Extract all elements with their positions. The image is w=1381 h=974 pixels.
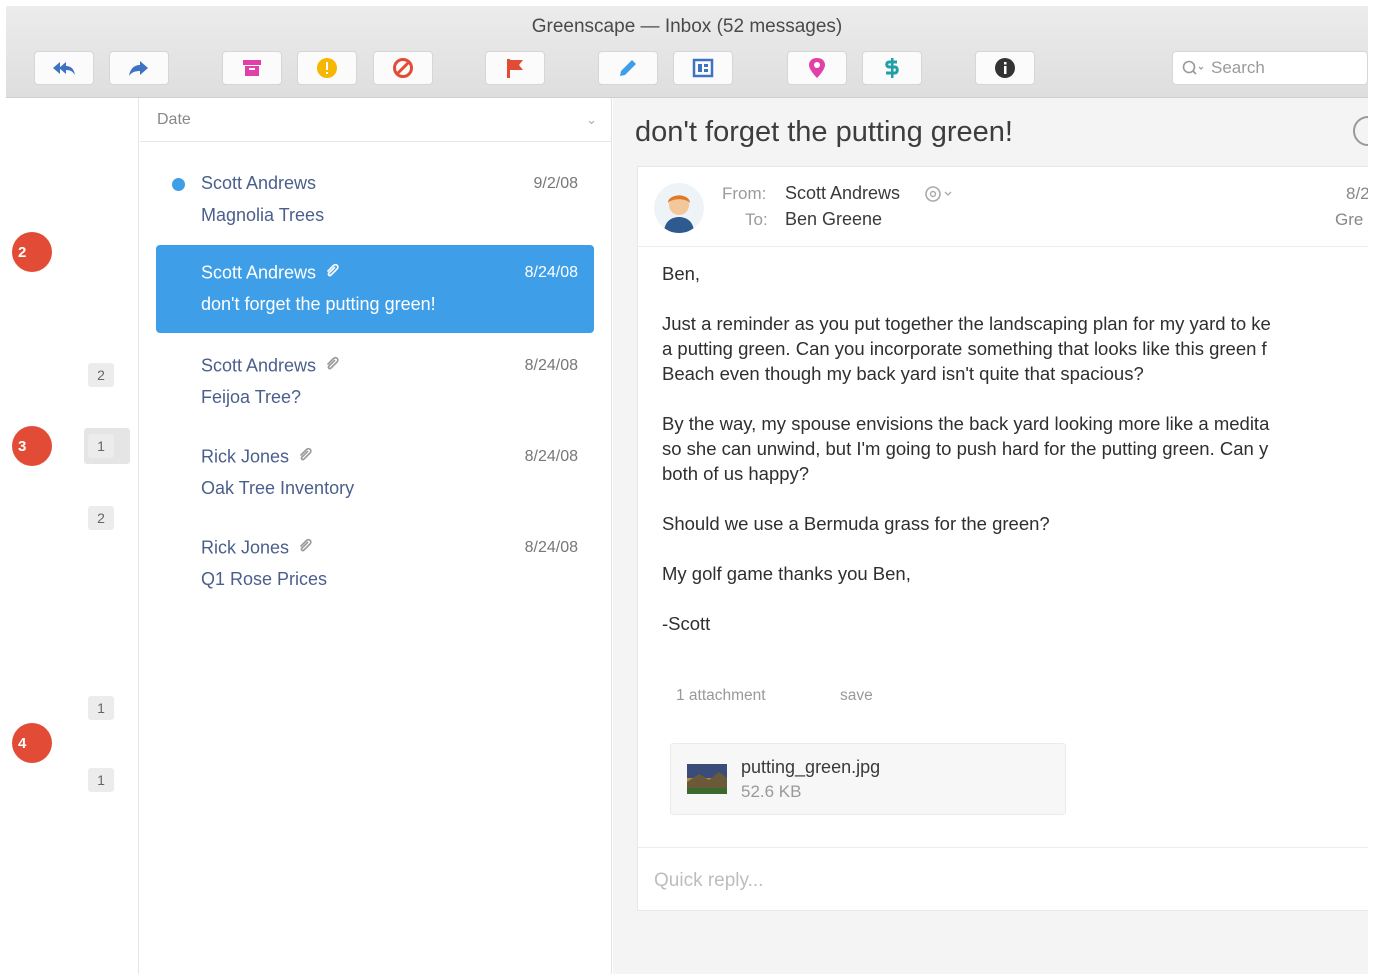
email-paragraph: Should we use a Bermuda grass for the gr… <box>662 513 1050 534</box>
forward-arrow-icon <box>129 61 148 76</box>
window-toolbar: Greenscape — Inbox (52 messages) Search <box>6 6 1368 98</box>
search-placeholder: Search <box>1211 58 1265 77</box>
count-badge[interactable]: 1 <box>88 434 114 458</box>
message-sender: Scott Andrews <box>201 355 317 376</box>
email-paragraph: Ben, <box>662 263 701 284</box>
to-recipient[interactable]: Ben Greene <box>785 209 882 230</box>
save-attachment-link[interactable]: save <box>840 687 873 705</box>
message-row[interactable]: Rick Jones 8/24/08 Oak Tree Inventory <box>156 429 594 517</box>
search-field[interactable]: Search <box>1172 51 1368 85</box>
block-button[interactable] <box>373 51 433 85</box>
map-pin-icon <box>809 58 825 78</box>
flag-button[interactable] <box>485 51 545 85</box>
money-button[interactable] <box>862 51 922 85</box>
status-circle-icon[interactable] <box>1353 116 1368 146</box>
message-date: 8/24/08 <box>524 539 578 556</box>
quick-reply-field[interactable]: Quick reply... <box>638 847 1368 911</box>
email-paragraph: By the way, my spouse envisions the back… <box>662 413 1270 484</box>
message-sender: Rick Jones <box>201 446 290 467</box>
message-sender-wrap: Scott Andrews <box>201 262 340 285</box>
unread-dot-icon <box>172 178 185 191</box>
sidebar: 2 2 3 1 2 1 4 1 <box>6 98 139 974</box>
message-subject: Magnolia Trees <box>201 205 325 225</box>
message-date: 9/2/08 <box>533 175 578 192</box>
message-sender-wrap: Rick Jones <box>201 537 313 560</box>
message-date: 8/24/08 <box>524 357 578 374</box>
from-label: From: <box>722 184 767 203</box>
email-subject: don't forget the putting green! <box>635 116 1013 148</box>
step-marker: 2 <box>12 232 52 272</box>
count-badge[interactable]: 1 <box>88 768 114 792</box>
from-sender[interactable]: Scott Andrews <box>785 183 900 204</box>
message-subject: Feijoa Tree? <box>201 387 302 407</box>
recipient-name: Gre <box>1335 210 1364 229</box>
message-row[interactable]: Rick Jones 8/24/08 Q1 Rose Prices <box>156 520 594 608</box>
paperclip-icon <box>324 355 340 378</box>
message-sender: Scott Andrews <box>201 262 317 283</box>
paperclip-icon <box>324 262 340 285</box>
count-badge[interactable]: 2 <box>88 506 114 530</box>
message-subject: Oak Tree Inventory <box>201 478 355 498</box>
message-row-selected[interactable]: Scott Andrews 8/24/08 don't forget the p… <box>156 245 594 333</box>
info-icon <box>995 58 1015 78</box>
email-date: 8/2 <box>1346 184 1368 203</box>
email-card: From: Scott Andrews To: Ben Greene 8/2 G… <box>637 166 1368 911</box>
image-thumbnail-icon <box>687 764 727 794</box>
attachment-item[interactable]: putting_green.jpg 52.6 KB <box>670 743 1066 815</box>
email-signature: -Scott <box>662 613 711 634</box>
search-icon <box>1182 60 1204 75</box>
attachment-count: 1 attachment <box>676 687 766 704</box>
junk-button[interactable] <box>297 51 357 85</box>
prohibited-icon <box>393 58 413 78</box>
exclamation-circle-icon <box>317 58 337 78</box>
window-title: Greenscape — Inbox (52 messages) <box>531 16 843 37</box>
message-date: 8/24/08 <box>524 264 578 281</box>
dollar-sign-icon <box>885 58 899 78</box>
chevron-down-icon: ⌄ <box>586 112 597 127</box>
archive-button[interactable] <box>222 51 282 85</box>
sort-label: Date <box>157 111 191 128</box>
step-marker: 3 <box>12 426 52 466</box>
avatar <box>654 183 704 233</box>
address-card-icon <box>692 58 714 78</box>
quick-reply-placeholder: Quick reply... <box>654 870 764 891</box>
email-paragraph: Just a reminder as you put together the … <box>662 313 1271 384</box>
pencil-icon <box>620 60 636 76</box>
forward-button[interactable] <box>109 51 169 85</box>
attachment-filename: putting_green.jpg <box>741 757 881 777</box>
address-book-button[interactable] <box>673 51 733 85</box>
to-label: To: <box>745 210 768 229</box>
reply-all-button[interactable] <box>34 51 94 85</box>
paperclip-icon <box>297 537 313 560</box>
email-paragraph: My golf game thanks you Ben, <box>662 563 911 584</box>
email-header: From: Scott Andrews To: Ben Greene 8/2 G… <box>638 167 1368 247</box>
message-date: 8/24/08 <box>524 448 578 465</box>
sender-options-icon[interactable] <box>923 184 957 209</box>
count-badge[interactable]: 1 <box>88 696 114 720</box>
paperclip-icon <box>297 446 313 469</box>
step-marker: 4 <box>12 723 52 763</box>
compose-button[interactable] <box>598 51 658 85</box>
message-sender: Scott Andrews <box>201 173 317 193</box>
reply-all-icon <box>53 62 75 75</box>
message-subject: don't forget the putting green! <box>201 294 436 314</box>
attachment-size: 52.6 KB <box>741 782 802 801</box>
message-subject: Q1 Rose Prices <box>201 569 328 589</box>
flag-icon <box>507 59 523 78</box>
message-row[interactable]: Scott Andrews 9/2/08 Magnolia Trees <box>156 156 594 244</box>
reading-pane: don't forget the putting green! From: Sc… <box>613 98 1368 974</box>
message-list: Date ⌄ Scott Andrews 9/2/08 Magnolia Tre… <box>140 98 612 974</box>
count-badge[interactable]: 2 <box>88 363 114 387</box>
info-button[interactable] <box>975 51 1035 85</box>
message-sender: Rick Jones <box>201 537 290 558</box>
message-sender-wrap: Scott Andrews <box>201 355 340 378</box>
location-button[interactable] <box>787 51 847 85</box>
email-body: Ben, Just a reminder as you put together… <box>662 261 1368 661</box>
sort-header[interactable]: Date ⌄ <box>140 98 611 142</box>
message-sender-wrap: Rick Jones <box>201 446 313 469</box>
message-row[interactable]: Scott Andrews 8/24/08 Feijoa Tree? <box>156 338 594 426</box>
archive-box-icon <box>243 60 261 76</box>
